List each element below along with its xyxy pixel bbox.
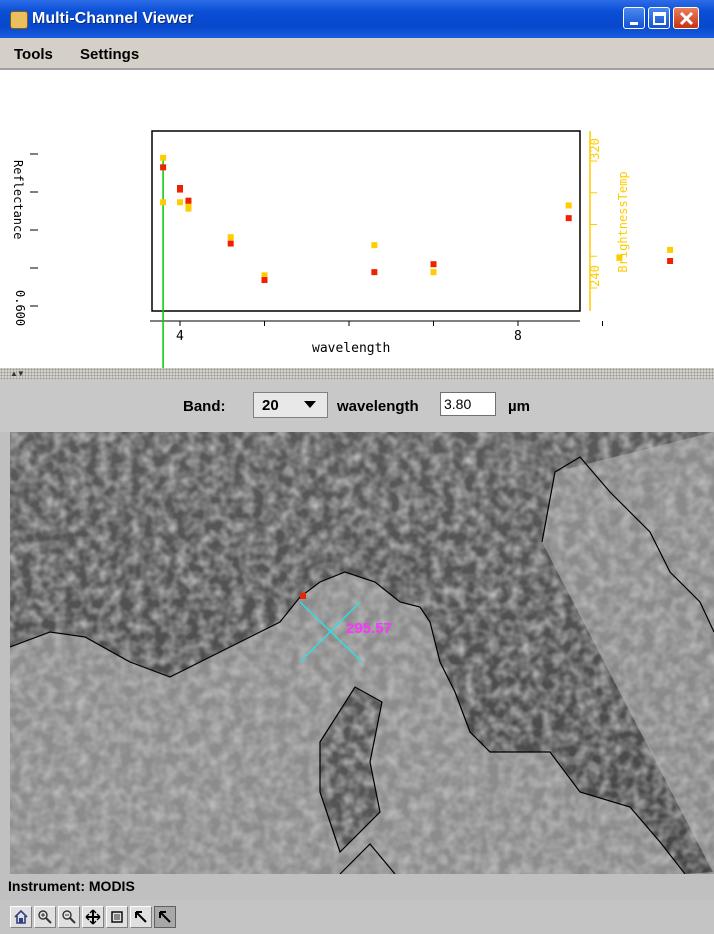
band-selector-row: Band: 20 wavelength µm	[0, 380, 714, 432]
title-bar: Multi-Channel Viewer	[0, 0, 714, 38]
menu-bar: Tools Settings	[0, 38, 714, 70]
data-point	[371, 242, 378, 249]
zoom-out-icon	[62, 910, 76, 924]
split-pane-divider[interactable]: ▲▼	[0, 368, 714, 380]
image-texture	[10, 432, 714, 874]
zoom-in-icon	[38, 910, 52, 924]
close-button[interactable]	[673, 7, 699, 29]
maximize-button[interactable]	[648, 7, 670, 29]
data-point	[565, 202, 572, 209]
data-point	[177, 186, 183, 193]
zoom-in-button[interactable]	[34, 906, 56, 928]
data-point	[227, 234, 234, 241]
data-point	[160, 164, 167, 171]
home-icon	[14, 909, 28, 924]
window-title: Multi-Channel Viewer	[32, 10, 194, 27]
data-point	[430, 261, 437, 268]
reset-view-button[interactable]	[106, 906, 128, 928]
data-point	[430, 269, 437, 276]
reset-view-icon	[111, 911, 123, 923]
splitter-arrows-icon[interactable]: ▲▼	[10, 369, 25, 378]
left-tick-label: 0.600	[13, 290, 27, 326]
band-label: Band:	[183, 398, 226, 415]
x-tick-label: 4	[176, 329, 184, 344]
data-point	[261, 277, 268, 284]
navigation-toolbar	[0, 900, 714, 934]
spectrum-chart[interactable]: 4 8wavelengthReflectance0.600240320Bright…	[0, 70, 714, 368]
spectrum-plot-panel: 4 8 wavelength Reflectance 0.600 240 320 Bright…	[0, 70, 714, 368]
pan-icon	[85, 909, 101, 925]
band-value: 20	[262, 397, 279, 414]
pan-button[interactable]	[82, 906, 104, 928]
data-point	[160, 199, 167, 206]
plot-frame	[151, 130, 581, 312]
right-tick-label: 240	[588, 265, 602, 287]
wavelength-label: wavelength	[337, 398, 419, 415]
select-pointer-icon	[159, 911, 171, 923]
x-tick-label: 8	[514, 329, 522, 344]
cursor-value-readout: 295.57	[346, 620, 392, 637]
home-button[interactable]	[10, 906, 32, 928]
data-point	[565, 215, 572, 222]
wavelength-unit: µm	[508, 398, 530, 415]
satellite-image-panel[interactable]: 295.57	[10, 432, 714, 874]
data-point	[227, 240, 234, 247]
select-pointer-button[interactable]	[154, 906, 176, 928]
left-axis-label: Reflectance	[11, 160, 25, 239]
data-point	[667, 246, 674, 253]
probe-marker	[300, 593, 306, 599]
wavelength-input[interactable]	[440, 392, 496, 416]
data-point	[185, 197, 192, 204]
zoom-out-button[interactable]	[58, 906, 80, 928]
x-axis-label: wavelength	[312, 341, 390, 356]
band-dropdown[interactable]: 20	[253, 392, 328, 418]
pointer-button[interactable]	[130, 906, 152, 928]
data-point	[371, 269, 378, 276]
java-app-icon	[10, 11, 28, 29]
data-point	[160, 154, 167, 161]
satellite-image[interactable]: 295.57	[10, 432, 714, 874]
right-tick-label: 320	[588, 138, 602, 160]
minimize-button[interactable]	[623, 7, 645, 29]
instrument-label: Instrument: MODIS	[8, 878, 135, 894]
menu-tools[interactable]: Tools	[14, 46, 53, 63]
chevron-down-icon[interactable]	[304, 401, 316, 408]
data-point	[177, 199, 183, 206]
pointer-icon	[135, 911, 147, 923]
data-point	[616, 254, 623, 261]
data-point	[667, 258, 674, 265]
menu-settings[interactable]: Settings	[80, 46, 139, 63]
